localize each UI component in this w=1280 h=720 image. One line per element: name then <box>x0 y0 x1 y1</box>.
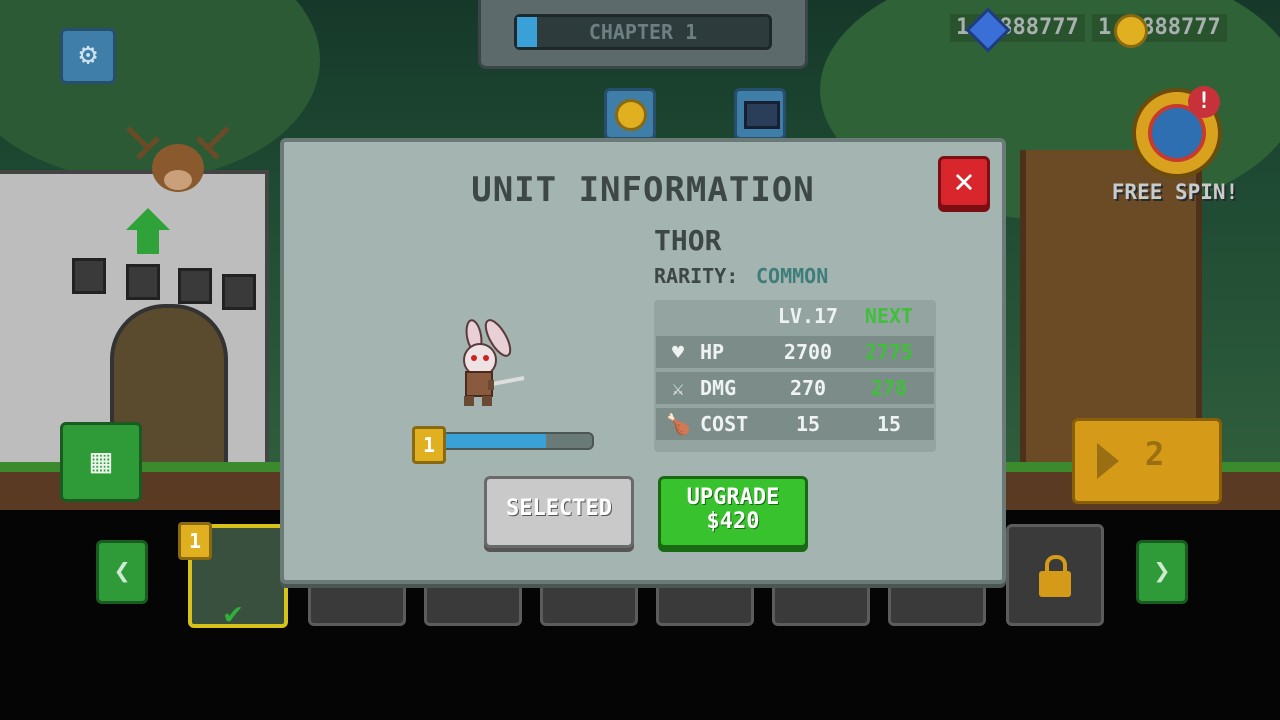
chest-button[interactable] <box>734 88 786 140</box>
lock-icon-body <box>1039 571 1071 597</box>
chevron-left-icon: ❮ <box>113 554 131 587</box>
stat-current: 270 <box>789 376 827 400</box>
stat-current: 15 <box>795 412 821 436</box>
stats-header-row: LV.17 NEXT <box>656 300 934 332</box>
stat-next: 15 <box>876 412 902 436</box>
coin-shop-button[interactable] <box>604 88 656 140</box>
deer-sprite <box>126 126 230 192</box>
prev-units-button[interactable]: ❮ <box>96 540 148 604</box>
chevron-right-icon: ❯ <box>1153 554 1171 587</box>
unit-info-modal: UNIT INFORMATION ✕ 1 THOR RARITY: COMMON… <box>280 138 1006 584</box>
stat-label: COST <box>700 412 749 436</box>
coin-count-prefix: 1 <box>1098 15 1112 40</box>
shop-button[interactable]: ▦ <box>60 422 142 502</box>
stats-row-dmg: ⚔ DMG 270 278 <box>656 372 934 404</box>
gem-count: 888777 <box>999 15 1079 40</box>
stat-current: 2700 <box>783 340 833 364</box>
upgrade-price: $420 <box>706 509 760 534</box>
next-level-header: NEXT <box>864 304 914 328</box>
unit-sprite-thor <box>463 319 525 406</box>
modal-title: UNIT INFORMATION <box>471 170 815 210</box>
slot-level-badge: 1 <box>178 522 212 560</box>
coin-counter: 1 888777 <box>1092 14 1227 42</box>
play-icon <box>1097 443 1119 479</box>
chapter-progress-bar: CHAPTER 1 <box>514 14 772 50</box>
upgrade-arrow-stem <box>137 230 159 254</box>
unit-name: THOR <box>654 224 722 257</box>
coin-icon <box>1114 14 1148 48</box>
chapter-label: CHAPTER 1 <box>588 20 698 44</box>
upgrade-label: UPGRADE <box>686 485 780 510</box>
gear-icon: ⚙ <box>78 37 98 72</box>
upgrade-arrow-icon <box>126 208 170 230</box>
sword-icon: ⚔ <box>671 376 685 400</box>
next-units-button[interactable]: ❯ <box>1136 540 1188 604</box>
stats-table: LV.17 NEXT ♥ HP 2700 2775 ⚔ DMG 270 278 … <box>654 300 936 452</box>
stat-label: HP <box>700 340 725 364</box>
current-level-header: LV.17 <box>777 304 839 328</box>
selected-button[interactable]: SELECTED <box>484 476 634 548</box>
castle-window <box>72 258 106 294</box>
shop-icon: ▦ <box>90 441 112 481</box>
play-count: 2 <box>1145 435 1165 473</box>
rarity-label: RARITY: <box>654 264 739 288</box>
close-button[interactable]: ✕ <box>938 156 990 208</box>
castle-window <box>178 268 212 304</box>
chest-icon <box>744 101 780 129</box>
stat-label: DMG <box>700 376 737 400</box>
upgrade-button[interactable]: UPGRADE $420 <box>658 476 808 548</box>
castle-window <box>222 274 256 310</box>
settings-button[interactable]: ⚙ <box>60 28 116 84</box>
xp-progress-bar <box>440 432 594 450</box>
stats-row-cost: 🍗 COST 15 15 <box>656 408 934 440</box>
alert-badge: ! <box>1188 86 1220 118</box>
close-icon: ✕ <box>953 161 975 201</box>
rarity-value: COMMON <box>756 264 829 288</box>
xp-progress-fill <box>442 434 546 448</box>
meat-icon: 🍗 <box>666 412 691 436</box>
locked-slot[interactable] <box>1006 524 1104 626</box>
play-button[interactable]: 2 <box>1072 418 1222 504</box>
coin-count: 888777 <box>1141 15 1221 40</box>
stat-next: 2775 <box>864 340 914 364</box>
selected-check-icon: ✔ <box>224 596 243 631</box>
stat-next: 278 <box>870 376 908 400</box>
coin-icon <box>615 99 647 131</box>
castle-window <box>126 264 160 300</box>
free-spin-label: FREE SPIN! <box>1111 180 1239 204</box>
heart-icon: ♥ <box>671 340 685 364</box>
unit-level-badge: 1 <box>412 426 446 464</box>
stats-row-hp: ♥ HP 2700 2775 <box>656 336 934 368</box>
